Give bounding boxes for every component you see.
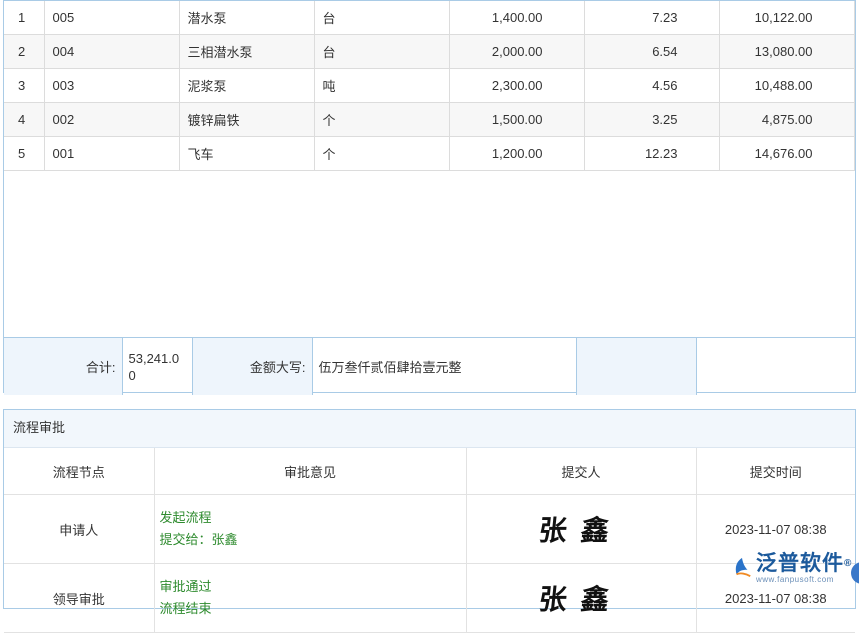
item-amount: 10,488.00 [719, 69, 854, 103]
item-amount: 4,875.00 [719, 103, 854, 137]
total-value: 53,241.00 [122, 338, 192, 396]
flow-node: 申请人 [4, 495, 154, 564]
item-qty: 6.54 [584, 35, 719, 69]
header-submit-time: 提交时间 [696, 448, 855, 495]
item-amount: 14,676.00 [719, 137, 854, 171]
totals-row: 合计: 53,241.00 金额大写: 伍万叁仟贰佰肆拾壹元整 [4, 337, 855, 395]
capital-amount-value: 伍万叁仟贰佰肆拾壹元整 [312, 338, 576, 396]
submitter-signature: 张鑫 [466, 564, 696, 633]
capital-amount-label: 金额大写: [192, 338, 312, 396]
approval-flow-panel: 流程审批 流程节点 审批意见 提交人 提交时间 申请人 发起流程 提交给：张鑫 … [3, 409, 856, 609]
item-amount: 13,080.00 [719, 35, 854, 69]
item-unit: 台 [314, 1, 449, 35]
item-name: 飞车 [179, 137, 314, 171]
item-price: 2,300.00 [449, 69, 584, 103]
items-table: 1005潜水泵台1,400.007.2310,122.002004三相潜水泵台2… [4, 1, 855, 171]
total-label: 合计: [4, 338, 122, 396]
item-qty: 4.56 [584, 69, 719, 103]
header-opinion: 审批意见 [154, 448, 466, 495]
item-unit: 吨 [314, 69, 449, 103]
opinion-line: 流程结束 [160, 598, 465, 620]
logo-url: www.fanpusoft.com [756, 576, 852, 584]
item-name: 三相潜水泵 [179, 35, 314, 69]
table-row: 3003泥浆泵吨2,300.004.5610,488.00 [4, 69, 854, 103]
item-unit: 个 [314, 137, 449, 171]
approval-opinion: 发起流程 提交给：张鑫 [154, 495, 466, 564]
table-row: 2004三相潜水泵台2,000.006.5413,080.00 [4, 35, 854, 69]
item-qty: 7.23 [584, 1, 719, 35]
header-flow-node: 流程节点 [4, 448, 154, 495]
item-idx: 5 [4, 137, 44, 171]
item-price: 2,000.00 [449, 35, 584, 69]
fanpu-logo: 泛普软件® www.fanpusoft.com [731, 552, 852, 584]
item-price: 1,500.00 [449, 103, 584, 137]
item-idx: 1 [4, 1, 44, 35]
item-price: 1,400.00 [449, 1, 584, 35]
item-idx: 4 [4, 103, 44, 137]
item-code: 005 [44, 1, 179, 35]
material-items-panel: 1005潜水泵台1,400.007.2310,122.002004三相潜水泵台2… [3, 0, 856, 393]
item-code: 003 [44, 69, 179, 103]
item-qty: 3.25 [584, 103, 719, 137]
opinion-line: 提交给：张鑫 [160, 529, 465, 551]
flow-title: 流程审批 [4, 410, 855, 448]
logo-mark-icon [731, 556, 753, 578]
item-unit: 个 [314, 103, 449, 137]
totals-blank-cell [696, 338, 855, 396]
table-row: 4002镀锌扁铁个1,500.003.254,875.00 [4, 103, 854, 137]
approval-opinion: 审批通过 流程结束 [154, 564, 466, 633]
table-row: 申请人 发起流程 提交给：张鑫 张鑫 2023-11-07 08:38 [4, 495, 855, 564]
item-name: 潜水泵 [179, 1, 314, 35]
item-idx: 2 [4, 35, 44, 69]
totals-blank-cell [576, 338, 696, 396]
signature-image: 张鑫 [537, 578, 625, 618]
item-qty: 12.23 [584, 137, 719, 171]
item-code: 004 [44, 35, 179, 69]
item-unit: 台 [314, 35, 449, 69]
item-price: 1,200.00 [449, 137, 584, 171]
item-code: 002 [44, 103, 179, 137]
table-row: 1005潜水泵台1,400.007.2310,122.00 [4, 1, 854, 35]
item-amount: 10,122.00 [719, 1, 854, 35]
logo-name: 泛普软件 [756, 552, 844, 575]
item-name: 泥浆泵 [179, 69, 314, 103]
header-submitter: 提交人 [466, 448, 696, 495]
item-idx: 3 [4, 69, 44, 103]
item-name: 镀锌扁铁 [179, 103, 314, 137]
flow-node: 领导审批 [4, 564, 154, 633]
opinion-line: 发起流程 [160, 507, 465, 529]
opinion-line: 审批通过 [160, 576, 465, 598]
table-row: 5001飞车个1,200.0012.2314,676.00 [4, 137, 854, 171]
table-row: 领导审批 审批通过 流程结束 张鑫 2023-11-07 08:38 [4, 564, 855, 633]
signature-image: 张鑫 [537, 509, 625, 549]
item-code: 001 [44, 137, 179, 171]
submitter-signature: 张鑫 [466, 495, 696, 564]
approval-table: 流程节点 审批意见 提交人 提交时间 申请人 发起流程 提交给：张鑫 张鑫 20… [4, 448, 855, 633]
